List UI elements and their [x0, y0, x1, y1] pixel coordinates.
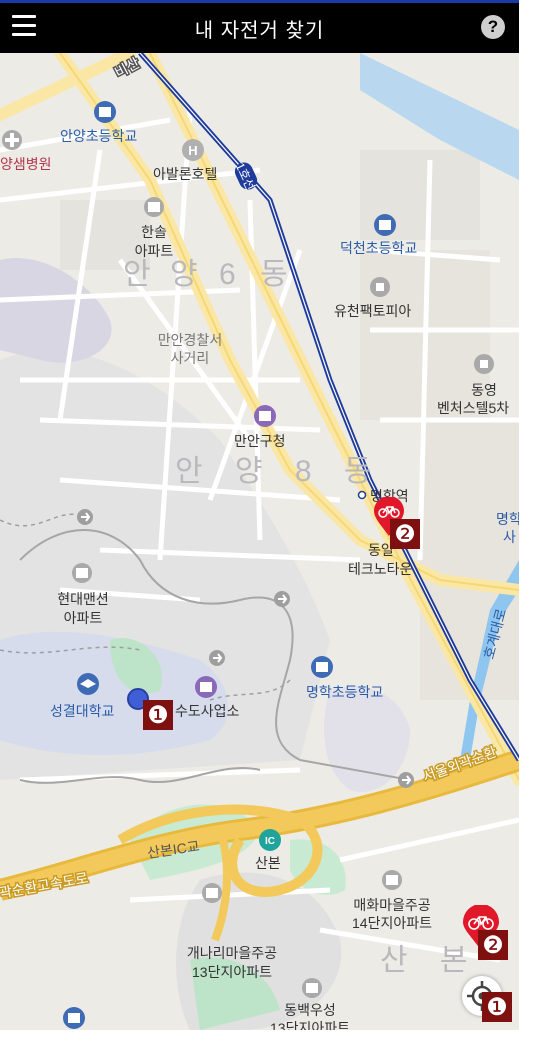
map-label: 만안구청	[234, 433, 286, 449]
map-label: 명학	[496, 511, 519, 527]
hospital-icon	[2, 130, 22, 150]
district-label: 안 양 8 동	[175, 455, 384, 488]
arrow-icon	[209, 650, 225, 666]
map-label: 덕천초등학교	[340, 240, 417, 256]
map-view[interactable]: 1호선 H IC 비산 안양초등학교 양샘병원 아발론호텔 한솔 아파트 덕천초…	[0, 47, 519, 1030]
map-label: 유천팩토피아	[334, 303, 411, 319]
school-icon	[94, 101, 116, 123]
map-label: 개나리마을주공	[187, 945, 277, 961]
apartment-icon	[144, 197, 164, 217]
government-icon	[254, 405, 276, 427]
school-icon	[63, 1007, 85, 1029]
arrow-icon	[77, 509, 93, 525]
map-label: 아파트	[64, 610, 103, 626]
help-icon[interactable]: ?	[481, 15, 505, 39]
map-label: 안양초등학교	[60, 128, 137, 144]
apartment-icon	[202, 883, 222, 903]
map-label: 만안경찰서	[158, 332, 222, 348]
apartment-icon	[382, 870, 402, 890]
district-label: 안	[123, 258, 173, 291]
map-label: 사거리	[171, 350, 210, 366]
district-label: 양	[170, 258, 220, 291]
map-label: 양샘병원	[0, 156, 52, 172]
bike-marker-number: ❷	[390, 519, 420, 549]
hotel-icon: H	[182, 139, 204, 161]
location-marker-number: ❶	[143, 700, 173, 730]
apartment-icon	[302, 978, 322, 998]
ic-badge: IC	[259, 829, 281, 851]
school-icon	[311, 656, 333, 678]
building-icon	[370, 277, 390, 297]
school-icon	[374, 214, 396, 236]
map-label: 14단지아파트	[352, 915, 432, 931]
arrow-icon	[398, 772, 414, 788]
app-window: 내 자전거 찾기 ? 1호선 H IC 비산 안양초등학교 양샘병원 아발론호텔…	[0, 0, 519, 1030]
map-label: 수도사업소	[175, 703, 240, 719]
map-label: 동백우성	[284, 1002, 336, 1018]
map-label: 산본	[255, 855, 281, 871]
map-label: 명학초등학교	[306, 684, 383, 700]
map-label: 아파트	[135, 243, 174, 259]
location-legend-number: ❶	[482, 992, 512, 1022]
arrow-icon	[274, 591, 290, 607]
map-label: 성결대학교	[50, 703, 115, 719]
map-label: 사	[503, 529, 516, 545]
government-icon	[195, 676, 217, 698]
apartment-icon	[72, 563, 92, 583]
map-label: 동영	[471, 382, 497, 398]
svg-text:IC: IC	[265, 836, 275, 847]
map-label: 아발론호텔	[153, 166, 217, 182]
map-label: 13단지아파트	[192, 964, 272, 980]
map-label: 한솔	[141, 224, 167, 240]
building-icon	[474, 354, 494, 374]
map-label: 테크노타운	[348, 561, 413, 577]
district-label: 동	[260, 258, 310, 291]
page-title: 내 자전거 찾기	[194, 20, 325, 42]
svg-text:H: H	[188, 143, 197, 158]
district-label: 6	[219, 258, 258, 291]
university-icon	[77, 673, 99, 695]
map-label: 매화마을주공	[353, 897, 430, 913]
map-label: 현대맨션	[57, 591, 109, 607]
bike-legend-number: ❷	[478, 930, 508, 960]
map-label: 벤처스텔5차	[437, 400, 509, 416]
top-bar: 내 자전거 찾기 ?	[0, 0, 519, 53]
map-label: 13단지아파트	[270, 1020, 350, 1030]
